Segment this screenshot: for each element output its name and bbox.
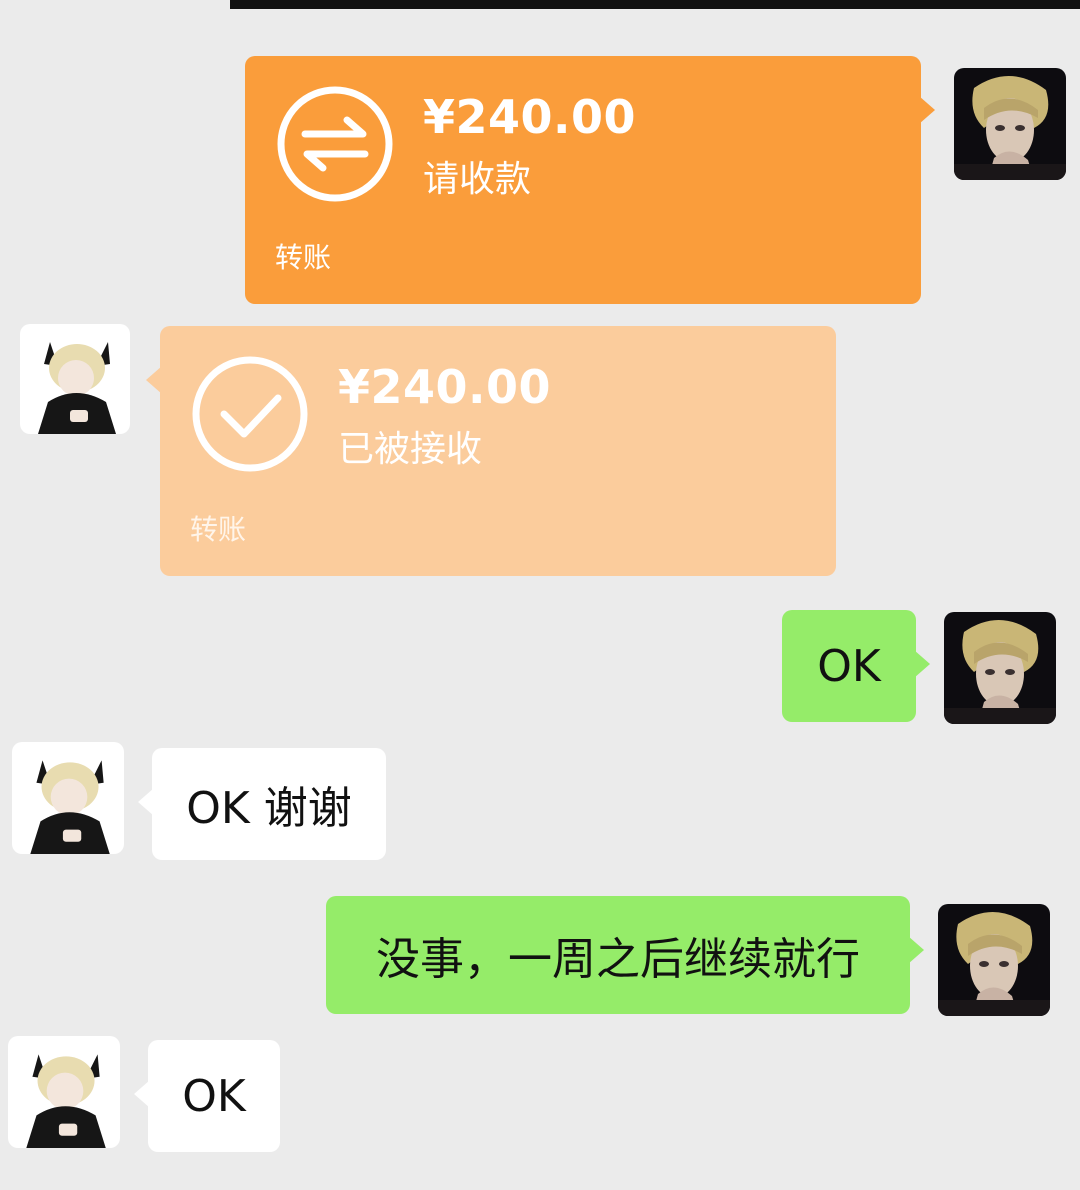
contact-avatar-image bbox=[12, 742, 124, 854]
contact-avatar[interactable] bbox=[20, 324, 130, 434]
my-avatar[interactable] bbox=[944, 612, 1056, 724]
contact-avatar-image bbox=[20, 324, 130, 434]
message-text: OK bbox=[817, 640, 881, 692]
checkmark-icon bbox=[192, 356, 308, 472]
transfer-status: 请收款 bbox=[423, 159, 532, 200]
transfer-arrows-icon bbox=[277, 86, 393, 202]
message-text: OK bbox=[182, 1070, 246, 1122]
received-message-bubble[interactable]: OK 谢谢 bbox=[138, 748, 386, 860]
my-avatar[interactable] bbox=[938, 904, 1050, 1016]
my-avatar[interactable] bbox=[954, 68, 1066, 180]
sent-message-bubble[interactable]: OK bbox=[782, 610, 930, 722]
my-avatar-image bbox=[944, 612, 1056, 724]
contact-avatar-image bbox=[8, 1036, 120, 1148]
message-text: 没事，一周之后继续就行 bbox=[376, 934, 860, 985]
transfer-request-card[interactable]: ¥240.00 请收款 转账 bbox=[245, 56, 935, 304]
my-avatar-image bbox=[938, 904, 1050, 1016]
transfer-received-card[interactable]: ¥240.00 已被接收 转账 bbox=[146, 326, 836, 576]
message-text: OK 谢谢 bbox=[186, 783, 352, 834]
transfer-label: 转账 bbox=[190, 513, 247, 546]
transfer-status: 已被接收 bbox=[338, 429, 483, 470]
contact-avatar[interactable] bbox=[12, 742, 124, 854]
status-bar-edge bbox=[230, 0, 1080, 9]
my-avatar-image bbox=[954, 68, 1066, 180]
transfer-label: 转账 bbox=[275, 241, 332, 274]
sent-message-bubble[interactable]: 没事，一周之后继续就行 bbox=[326, 896, 924, 1014]
transfer-amount: ¥240.00 bbox=[338, 360, 552, 414]
received-message-bubble[interactable]: OK bbox=[134, 1040, 280, 1152]
transfer-amount: ¥240.00 bbox=[423, 90, 637, 144]
contact-avatar[interactable] bbox=[8, 1036, 120, 1148]
